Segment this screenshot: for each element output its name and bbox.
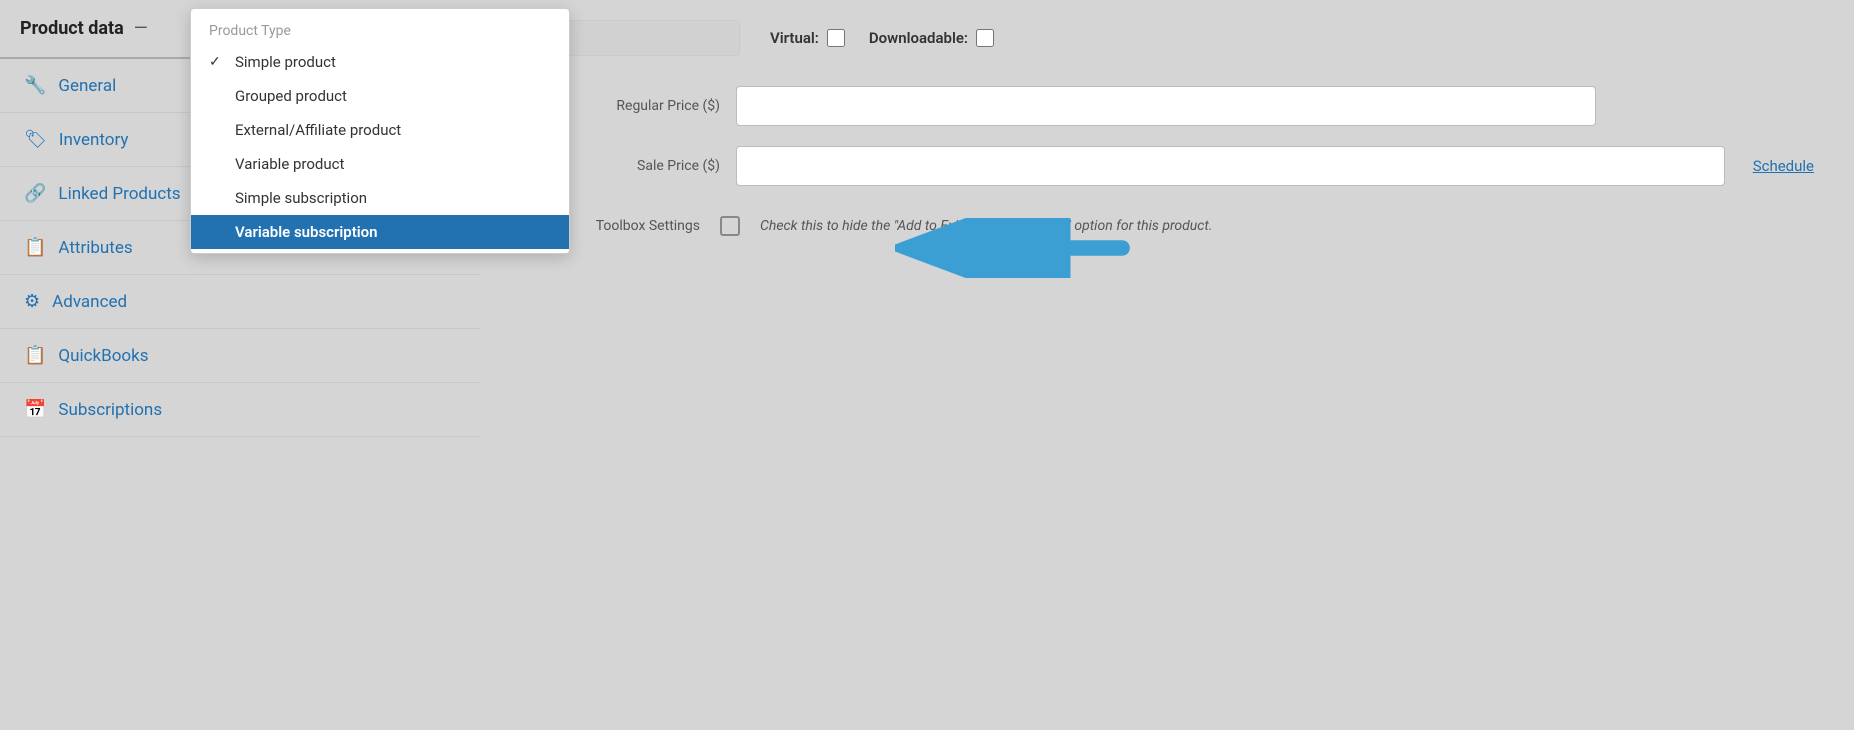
dropdown-label-grouped: Grouped product: [235, 87, 347, 105]
toolbox-row: Toolbox Settings Check this to hide the …: [520, 216, 1814, 236]
checkmark-external: [209, 122, 225, 138]
link-icon: 🔗: [24, 183, 46, 204]
checkmark-variable: [209, 156, 225, 172]
table-icon-attributes: 📋: [24, 237, 46, 258]
main-content: Virtual: Downloadable: Regular Price ($)…: [480, 0, 1854, 730]
product-data-label: Product data: [20, 18, 124, 39]
dropdown-item-simple[interactable]: ✓ Simple product: [191, 45, 569, 79]
toolbox-checkbox[interactable]: [720, 216, 740, 236]
virtual-checkbox[interactable]: [827, 29, 845, 47]
sale-price-input[interactable]: [736, 146, 1725, 186]
table-icon-quickbooks: 📋: [24, 345, 46, 366]
virtual-text: Virtual:: [770, 29, 819, 47]
sidebar-item-subscriptions[interactable]: 📅 Subscriptions: [0, 383, 480, 437]
downloadable-text: Downloadable:: [869, 29, 968, 47]
sidebar: Product data — 🔧 General 🏷 Inventory 🔗 L…: [0, 0, 480, 730]
sidebar-item-label-quickbooks: QuickBooks: [58, 346, 148, 366]
checkmark-simple: ✓: [209, 54, 225, 70]
downloadable-checkbox[interactable]: [976, 29, 994, 47]
dropdown-item-external[interactable]: External/Affiliate product: [191, 113, 569, 147]
dropdown-item-grouped[interactable]: Grouped product: [191, 79, 569, 113]
dropdown-label-variable-sub: Variable subscription: [235, 223, 378, 241]
sidebar-item-label-subscriptions: Subscriptions: [58, 400, 162, 420]
checkbox-group: Virtual: Downloadable:: [770, 29, 994, 47]
sidebar-item-advanced[interactable]: ⚙ Advanced: [0, 275, 480, 329]
main-container: Product data — 🔧 General 🏷 Inventory 🔗 L…: [0, 0, 1854, 730]
dropdown-label-variable: Variable product: [235, 155, 344, 173]
sidebar-item-label-advanced: Advanced: [52, 292, 127, 312]
product-data-dash: —: [134, 18, 148, 39]
sidebar-item-label-inventory: Inventory: [59, 130, 129, 150]
sidebar-item-label-general: General: [58, 76, 116, 96]
blue-arrow-icon: [895, 218, 1135, 278]
sidebar-item-label-linked: Linked Products: [58, 184, 180, 204]
checkmark-simple-sub: [209, 190, 225, 206]
checkmark-grouped: [209, 88, 225, 104]
dropdown-label-simple: Simple product: [235, 53, 336, 71]
form-section: Regular Price ($) Sale Price ($) Schedul…: [520, 86, 1814, 186]
sale-price-row: Sale Price ($) Schedule: [520, 146, 1814, 186]
downloadable-label[interactable]: Downloadable:: [869, 29, 994, 47]
calendar-icon: 📅: [24, 399, 46, 420]
dropdown-item-simple-subscription[interactable]: Simple subscription: [191, 181, 569, 215]
dropdown-label-simple-sub: Simple subscription: [235, 189, 367, 207]
arrow-container: [895, 218, 1135, 282]
sidebar-item-quickbooks[interactable]: 📋 QuickBooks: [0, 329, 480, 383]
dropdown-label-external: External/Affiliate product: [235, 121, 401, 139]
virtual-label[interactable]: Virtual:: [770, 29, 845, 47]
dropdown-item-variable[interactable]: Variable product: [191, 147, 569, 181]
regular-price-row: Regular Price ($): [520, 86, 1814, 126]
dropdown-header: Product Type: [191, 13, 569, 45]
schedule-link[interactable]: Schedule: [1753, 157, 1814, 175]
checkmark-variable-sub: [209, 224, 225, 240]
tag-icon: 🏷: [24, 129, 47, 150]
gear-icon: ⚙: [24, 291, 40, 312]
top-bar: Virtual: Downloadable:: [520, 20, 1814, 56]
dropdown-item-variable-subscription[interactable]: Variable subscription: [191, 215, 569, 249]
regular-price-input[interactable]: [736, 86, 1596, 126]
wrench-icon: 🔧: [24, 75, 46, 96]
product-type-dropdown[interactable]: Product Type ✓ Simple product Grouped pr…: [190, 8, 570, 254]
sidebar-item-label-attributes: Attributes: [58, 238, 132, 258]
